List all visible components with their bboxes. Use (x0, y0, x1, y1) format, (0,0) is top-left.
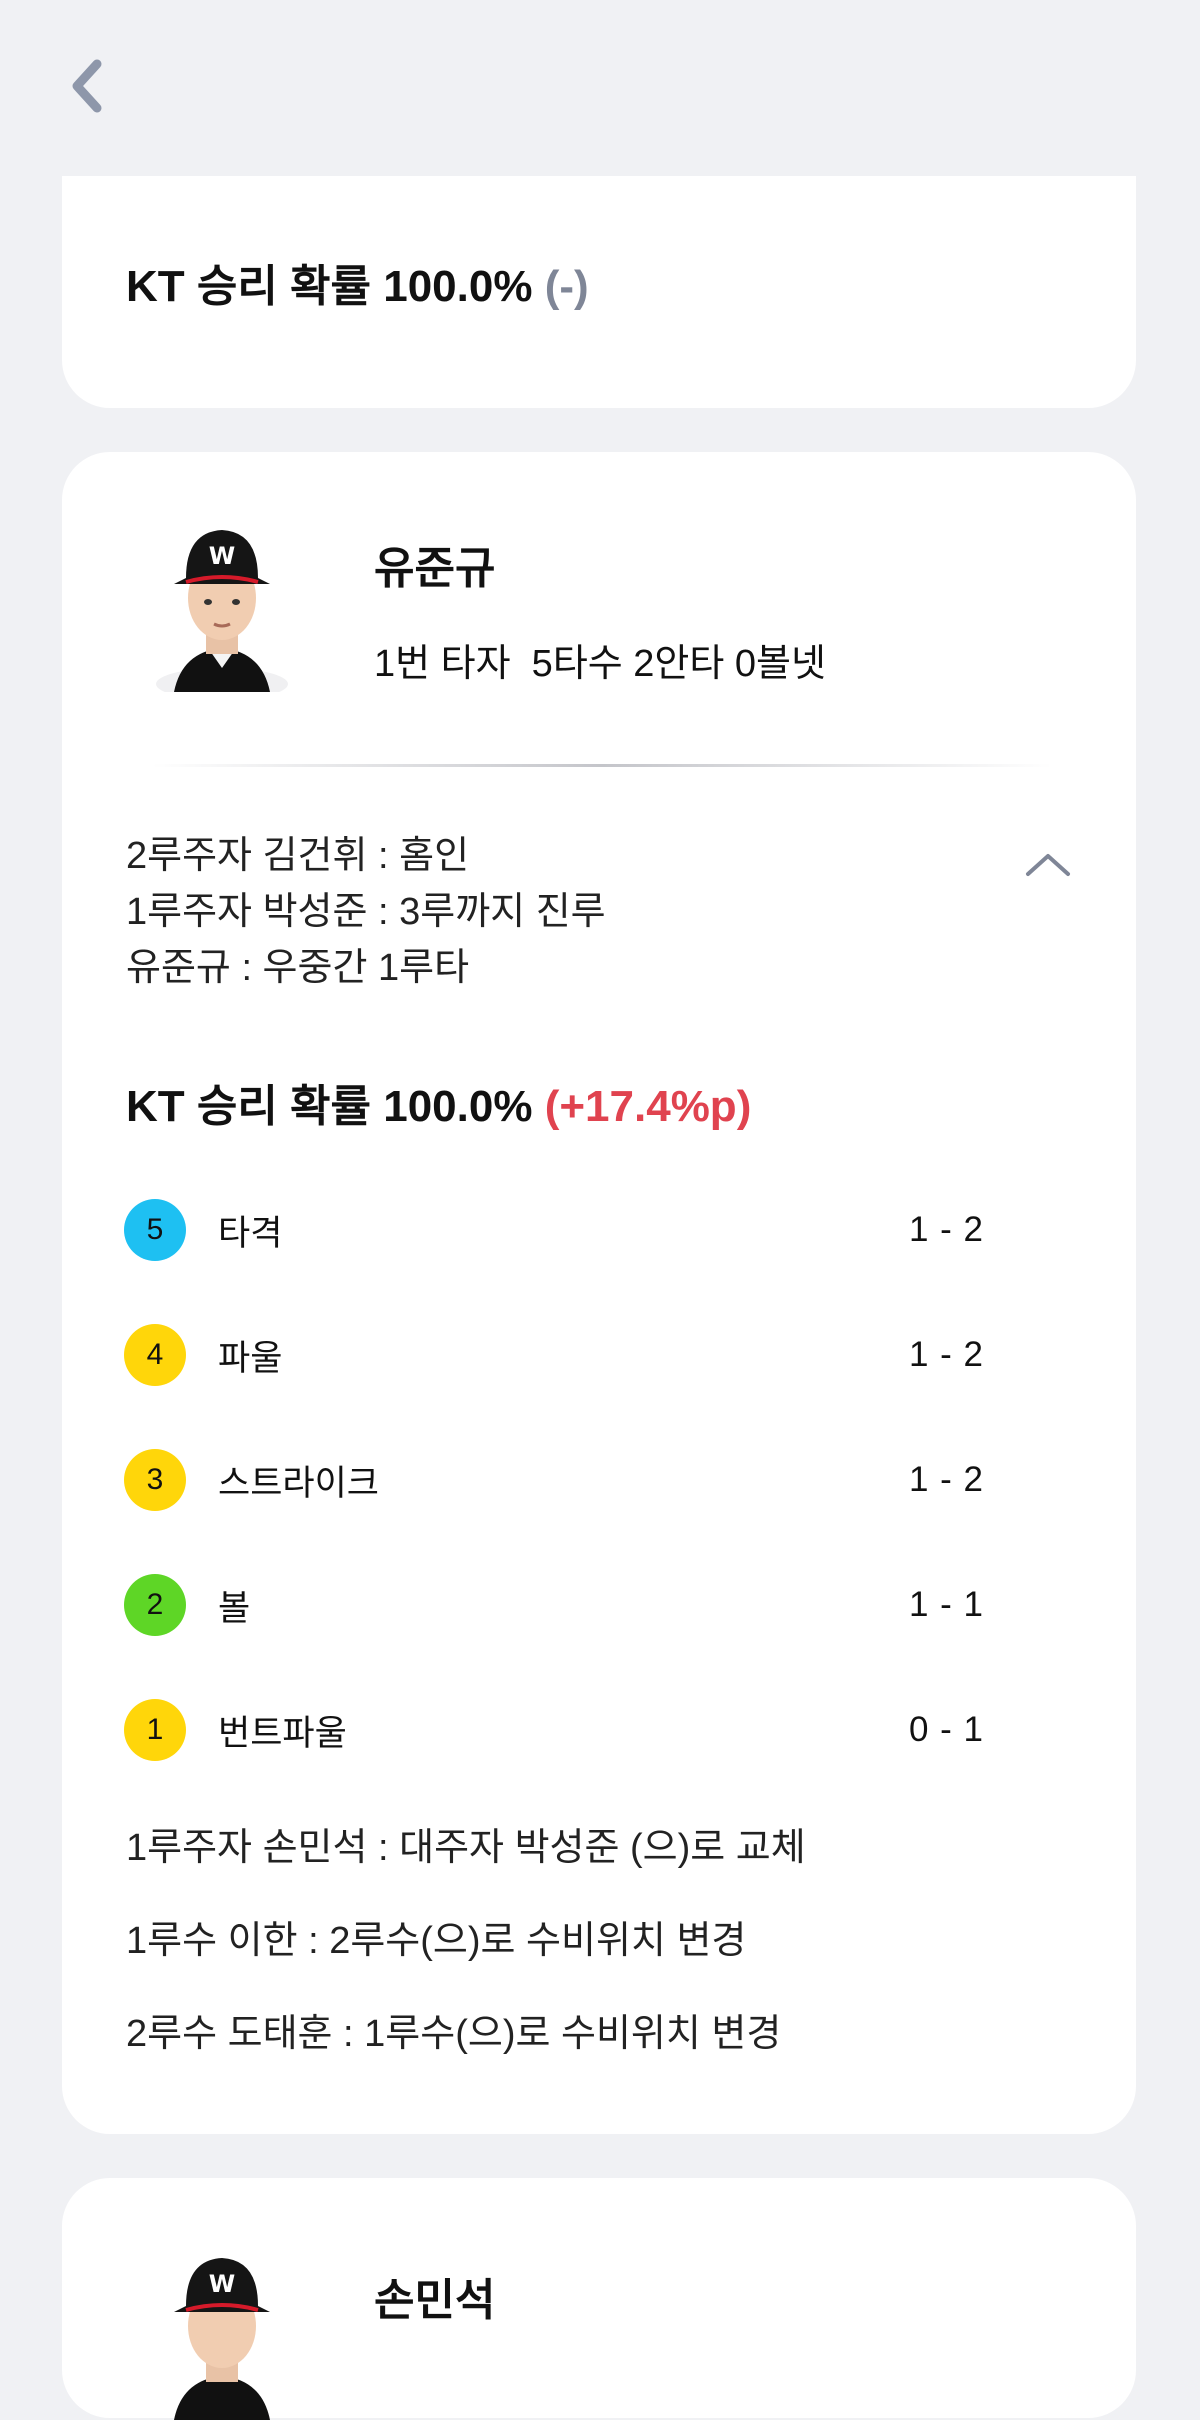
player-stats: 1번 타자 5타수 2안타 0볼넷 (374, 643, 826, 685)
player-avatar: W (156, 530, 288, 692)
pitch-number-badge: 2 (124, 1574, 186, 1636)
pitch-number-badge: 5 (124, 1199, 186, 1261)
player-name: 유준규 (374, 544, 496, 593)
pitch-row: 5 타격 1 - 2 (124, 1198, 984, 1262)
pitch-result: 스트라이크 (218, 1463, 380, 1503)
pitch-count: 1 - 2 (908, 1335, 984, 1374)
next-at-bat-card: W 손민석 (62, 2178, 1136, 2420)
pitch-row: 3 스트라이크 1 - 2 (124, 1448, 984, 1512)
pitch-row: 1 번트파울 0 - 1 (124, 1698, 984, 1762)
play-result-list: 2루주자 김건휘 : 홈인 1루주자 박성준 : 3루까지 진루 유준규 : 우… (126, 828, 606, 996)
pitch-count: 1 - 2 (908, 1210, 984, 1249)
win-probability: KT 승리 확률 100.0% (+17.4%p) (126, 1070, 751, 1134)
play-result: 2루주자 김건휘 : 홈인 (126, 835, 470, 877)
substitution-note: 1루주자 손민석 : 대주자 박성준 (으)로 교체 (126, 1827, 806, 1869)
win-probability: KT 승리 확률 100.0% (-) (126, 250, 589, 314)
win-probability-delta: (-) (544, 262, 589, 311)
play-result: 1루주자 박성준 : 3루까지 진루 (126, 891, 606, 933)
pitch-number-badge: 3 (124, 1449, 186, 1511)
pitch-count: 1 - 1 (908, 1585, 984, 1624)
pitch-row: 2 볼 1 - 1 (124, 1573, 984, 1637)
chevron-up-icon (1026, 854, 1070, 876)
player-name: 손민석 (374, 2276, 496, 2325)
at-bat-card: W 유준규 1번 타자 5타수 2안타 0볼넷 2루주자 김건휘 : 홈인 1루… (62, 452, 1136, 2134)
win-probability-card: KT 승리 확률 100.0% (-) (62, 176, 1136, 408)
pitch-row: 4 파울 1 - 2 (124, 1323, 984, 1387)
pitch-result: 볼 (218, 1588, 251, 1628)
substitution-note: 1루수 이한 : 2루수(으)로 수비위치 변경 (126, 1920, 747, 1962)
svg-text:W: W (209, 542, 235, 570)
player-avatar: W (174, 2258, 270, 2420)
pitch-number-badge: 4 (124, 1324, 186, 1386)
win-probability-delta: (+17.4%p) (544, 1082, 752, 1131)
divider (152, 764, 1052, 767)
play-result: 유준규 : 우중간 1루타 (126, 947, 470, 989)
collapse-button[interactable] (1018, 844, 1078, 884)
pitch-count: 0 - 1 (908, 1710, 984, 1749)
win-probability-text: KT 승리 확률 100.0% (126, 262, 545, 311)
svg-text:W: W (209, 2270, 235, 2298)
pitch-count: 1 - 2 (908, 1460, 984, 1499)
chevron-left-icon (72, 59, 102, 113)
pitch-result: 타격 (218, 1213, 283, 1253)
win-probability-text: KT 승리 확률 100.0% (126, 1082, 545, 1131)
pitch-result: 파울 (218, 1338, 283, 1378)
substitution-note: 2루수 도태훈 : 1루수(으)로 수비위치 변경 (126, 2013, 782, 2055)
back-button[interactable] (62, 56, 112, 116)
pitch-number-badge: 1 (124, 1699, 186, 1761)
pitch-result: 번트파울 (218, 1713, 347, 1753)
